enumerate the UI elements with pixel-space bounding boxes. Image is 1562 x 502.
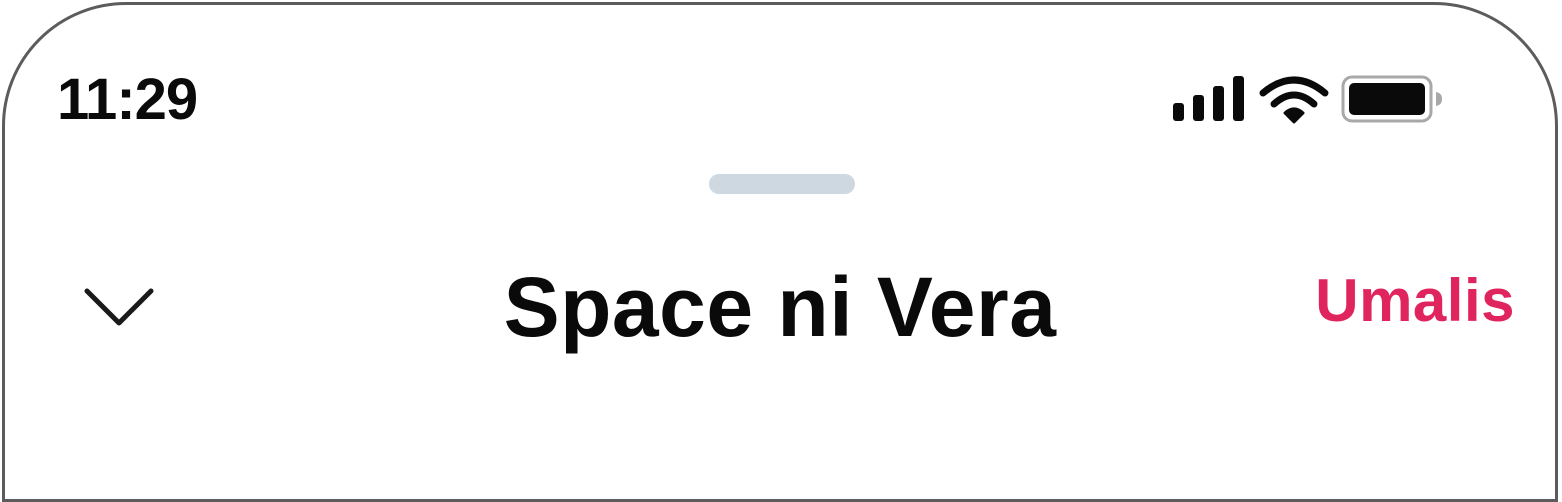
signal-icon	[1173, 76, 1244, 121]
sheet-grabber-handle[interactable]	[709, 174, 855, 194]
battery-icon	[1341, 75, 1442, 123]
leave-button[interactable]: Umalis	[1315, 265, 1515, 337]
phone-frame: 11:29 Space ni Vera Umalis	[2, 2, 1558, 502]
status-time: 11:29	[57, 67, 198, 132]
status-bar: 11:29	[5, 5, 1555, 155]
wifi-icon	[1259, 76, 1329, 124]
space-header: Space ni Vera Umalis	[5, 245, 1555, 355]
